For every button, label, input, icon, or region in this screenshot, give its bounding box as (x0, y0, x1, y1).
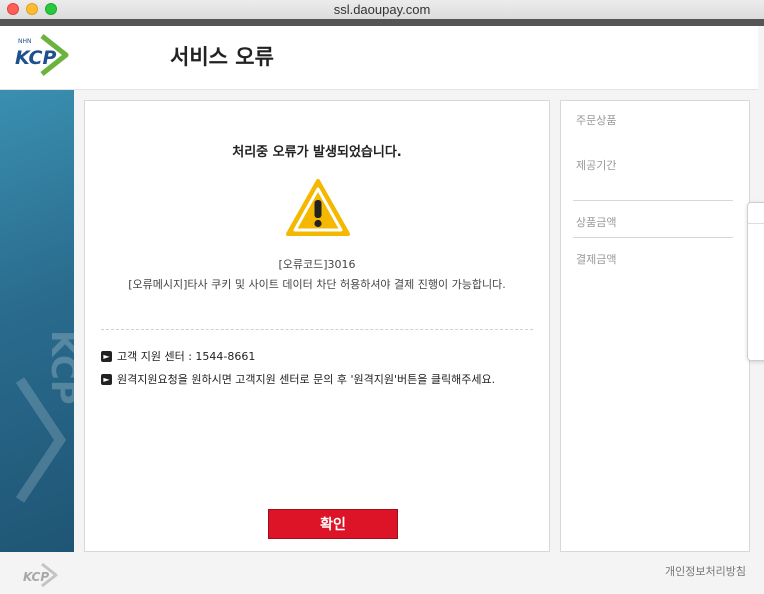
dashed-divider (101, 329, 533, 330)
info-text: 고객 지원 센터 : 1544-8661 (117, 350, 256, 363)
popover-divider (748, 223, 764, 224)
watermark-logo-text: KCP (43, 330, 74, 405)
error-title: 처리중 오류가 발생되었습니다. (232, 145, 402, 160)
error-code: [오류코드]3016 (278, 258, 356, 271)
page-header: NHN KCP 서비스 오류 (0, 26, 758, 90)
side-popover (747, 202, 764, 361)
kcp-logo: NHN KCP (12, 32, 72, 78)
address-url: ssl.daoupay.com (333, 2, 431, 17)
confirm-button[interactable]: 확인 (268, 509, 398, 539)
warning-icon (285, 178, 351, 242)
arrow-bullet-icon: ► (101, 350, 112, 362)
payment-label: 결제금액 (576, 253, 617, 266)
logo-text: KCP (15, 47, 56, 69)
info-item-support: ► 고객 지원 센터 : 1544-8661 (101, 348, 255, 364)
summary-divider (573, 200, 733, 201)
page-title: 서비스 오류 (170, 45, 274, 69)
error-panel: 처리중 오류가 발생되었습니다. [오류코드]3016 [오류메시지]타사 쿠키… (84, 100, 550, 552)
product-label: 주문상품 (576, 114, 617, 127)
summary-divider (573, 237, 733, 238)
info-item-remote: ► 원격지원요청을 원하시면 고객지원 센터로 문의 후 '원격지원'버튼을 클… (101, 371, 495, 387)
browser-toolbar-strip (0, 19, 764, 26)
logo-small-text: NHN (18, 38, 32, 45)
arrow-bullet-icon: ► (101, 373, 112, 385)
info-text: 원격지원요청을 원하시면 고객지원 센터로 문의 후 '원격지원'버튼을 클릭해… (117, 373, 496, 386)
period-label: 제공기간 (576, 159, 617, 172)
browser-titlebar: ssl.daoupay.com (0, 0, 764, 20)
privacy-policy-link[interactable]: 개인정보처리방침 (665, 563, 746, 579)
footer-logo-text: KCP (23, 570, 49, 584)
price-label: 상품금액 (576, 216, 617, 229)
error-message: [오류메시지]타사 쿠키 및 사이트 데이터 차단 허용하셔야 결제 진행이 가… (128, 278, 506, 291)
order-summary-panel: 주문상품 제공기간 상품금액 결제금액 (560, 100, 750, 552)
footer-kcp-logo: KCP (22, 561, 60, 593)
decorative-side-band: KCP (0, 90, 74, 552)
